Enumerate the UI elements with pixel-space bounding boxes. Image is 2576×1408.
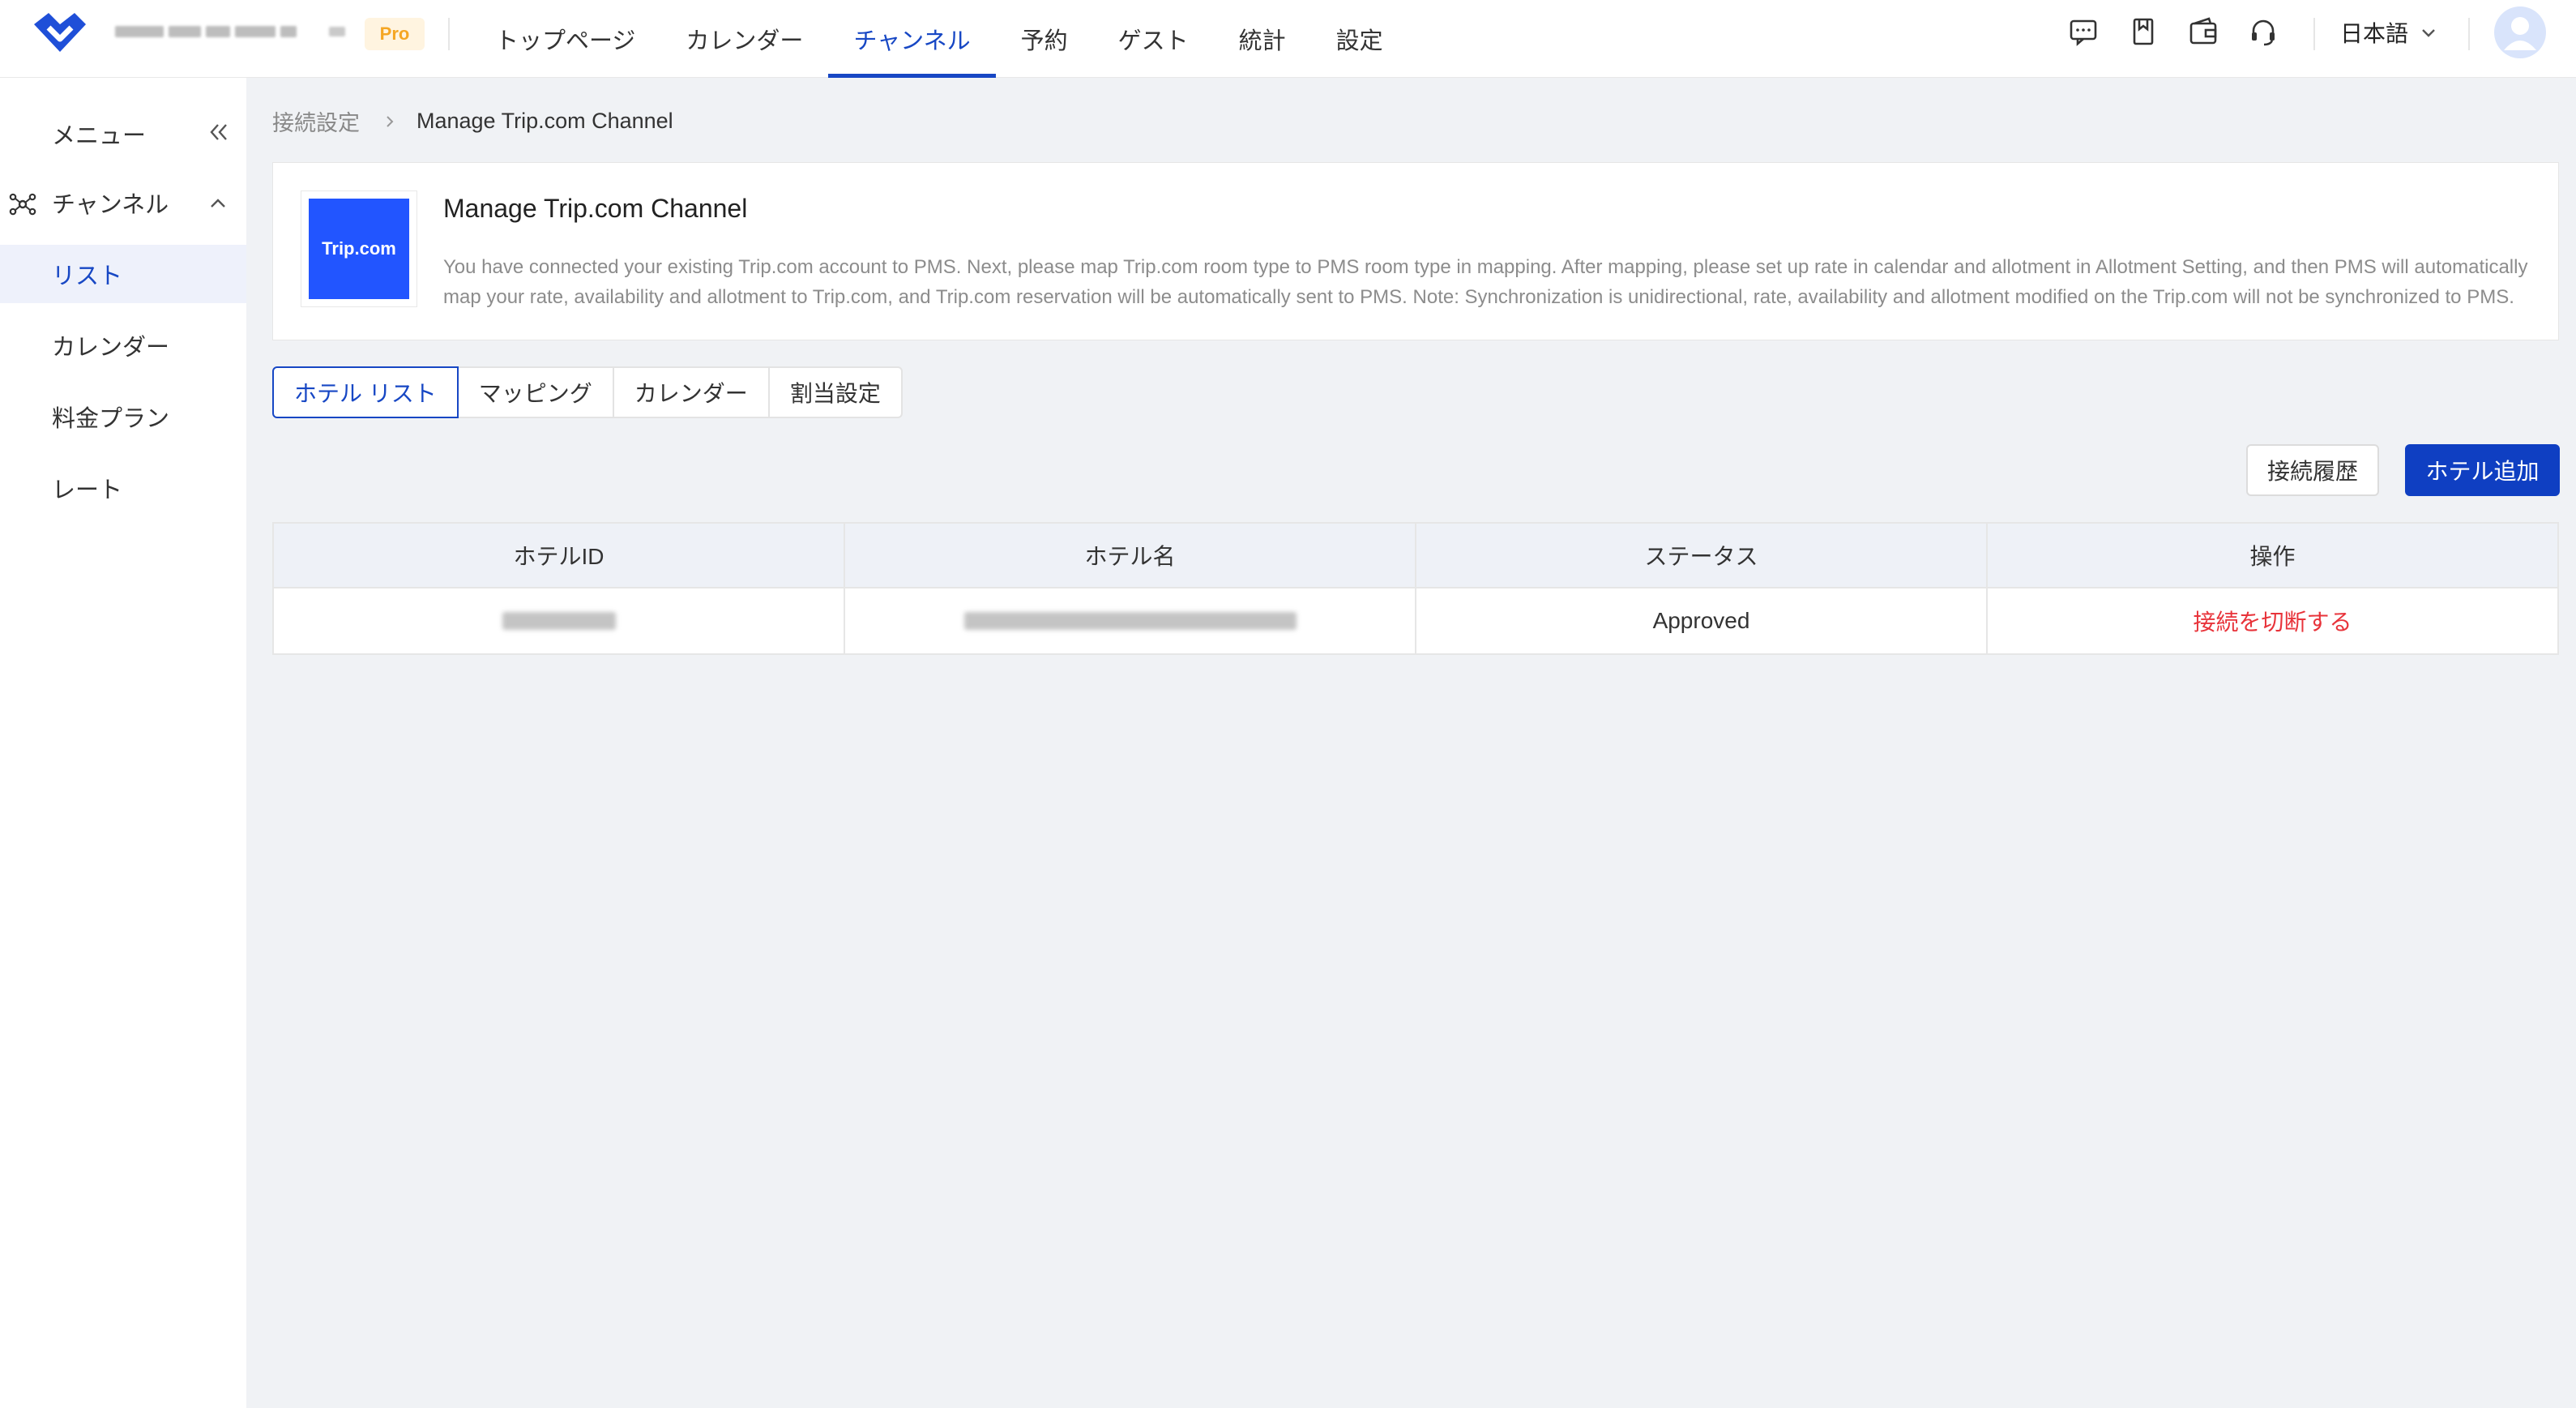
support-headset-icon[interactable] — [2246, 15, 2280, 49]
avatar[interactable] — [2494, 6, 2546, 58]
nav-item-channel[interactable]: チャンネル — [828, 0, 996, 78]
user-icon — [2504, 17, 2536, 50]
tab-allotment-settings[interactable]: 割当設定 — [767, 366, 903, 418]
nav-item-reservations[interactable]: 予約 — [996, 0, 1093, 78]
channel-tabs: ホテル リスト マッピング カレンダー 割当設定 — [272, 366, 903, 418]
sidebar-item-list[interactable]: リスト — [0, 245, 246, 303]
divider — [2313, 18, 2315, 50]
card-title: Manage Trip.com Channel — [443, 194, 748, 223]
nav-item-calendar[interactable]: カレンダー — [660, 0, 828, 78]
divider — [2468, 18, 2470, 50]
wallet-icon[interactable] — [2186, 15, 2220, 49]
tab-mapping[interactable]: マッピング — [456, 366, 614, 418]
sidebar-menu-label: メニュー — [52, 123, 147, 149]
tab-calendar[interactable]: カレンダー — [612, 366, 770, 418]
breadcrumb-current: Manage Trip.com Channel — [417, 109, 673, 133]
card-description: You have connected your existing Trip.co… — [443, 256, 2528, 308]
disconnect-link[interactable]: 接続を切断する — [2193, 605, 2352, 637]
hotel-id-redacted — [502, 612, 616, 630]
top-bar: Pro トップページ カレンダー チャンネル 予約 ゲスト 統計 設定 日本語 — [0, 0, 2576, 78]
language-label: 日本語 — [2340, 21, 2409, 46]
nav-item-guests[interactable]: ゲスト — [1093, 0, 1214, 78]
tab-hotel-list[interactable]: ホテル リスト — [272, 366, 459, 418]
language-selector[interactable]: 日本語 — [2340, 0, 2437, 65]
status-cell: Approved — [1415, 588, 1986, 653]
column-header-status: ステータス — [1415, 524, 1986, 587]
channel-info-card: Trip.com Manage Trip.com Channel You hav… — [272, 162, 2559, 340]
nav-item-statistics[interactable]: 統計 — [1214, 0, 1311, 78]
nav-item-settings[interactable]: 設定 — [1311, 0, 1408, 78]
divider — [448, 18, 450, 50]
hotel-table: ホテルID ホテル名 ステータス 操作 Approved 接続を切断する — [272, 522, 2559, 655]
hotel-name-cell — [844, 588, 1415, 653]
sidebar: メニュー チャンネル リスト カレンダー 料金プラン レート — [0, 78, 246, 1408]
chevron-down-icon — [2422, 29, 2435, 37]
breadcrumb: 接続設定 Manage Trip.com Channel — [272, 105, 673, 137]
nav-item-top-page[interactable]: トップページ — [470, 0, 660, 78]
column-header-actions: 操作 — [1986, 524, 2557, 587]
plan-badge: Pro — [365, 18, 425, 50]
table-header-row: ホテルID ホテル名 ステータス 操作 — [274, 524, 2557, 588]
sidebar-item-calendar[interactable]: カレンダー — [0, 316, 246, 374]
hotel-id-cell — [274, 588, 844, 653]
connection-history-button[interactable]: 接続履歴 — [2246, 444, 2379, 496]
hotel-name-redacted — [115, 18, 301, 45]
sidebar-group-label: チャンネル — [52, 192, 169, 218]
channel-network-icon — [9, 193, 36, 216]
channel-logo-frame: Trip.com — [301, 190, 417, 307]
column-header-hotel-name: ホテル名 — [844, 524, 1415, 587]
trip-com-logo: Trip.com — [309, 199, 409, 299]
chevron-up-icon — [211, 199, 225, 208]
collapse-sidebar-icon[interactable] — [207, 120, 231, 144]
hotel-name-redacted — [963, 612, 1297, 630]
sidebar-item-rates[interactable]: レート — [0, 459, 246, 517]
message-icon[interactable] — [2066, 15, 2100, 49]
sidebar-group-channel[interactable]: チャンネル — [0, 175, 246, 230]
sidebar-item-rate-plans[interactable]: 料金プラン — [0, 387, 246, 446]
bookmark-icon[interactable] — [2126, 15, 2160, 49]
main-nav: トップページ カレンダー チャンネル 予約 ゲスト 統計 設定 — [470, 0, 1408, 78]
app-logo-icon[interactable] — [29, 8, 91, 57]
column-header-hotel-id: ホテルID — [513, 544, 604, 569]
chevron-right-icon — [387, 115, 394, 127]
add-hotel-button[interactable]: ホテル追加 — [2405, 444, 2560, 496]
toolbar-icons — [2066, 15, 2280, 49]
redacted-mark — [329, 27, 345, 36]
table-row: Approved 接続を切断する — [274, 588, 2557, 653]
action-cell: 接続を切断する — [1986, 588, 2557, 653]
breadcrumb-parent[interactable]: 接続設定 — [272, 105, 360, 137]
